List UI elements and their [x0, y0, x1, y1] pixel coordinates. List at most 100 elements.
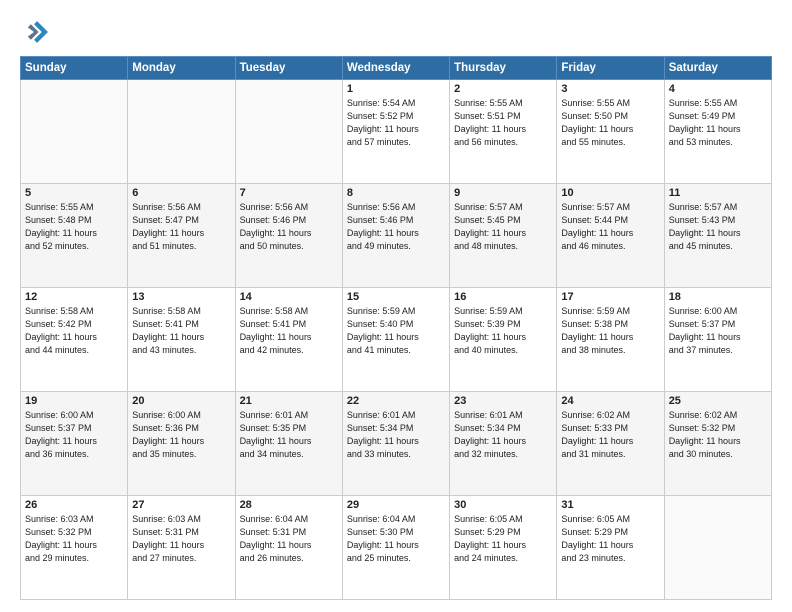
cell-info: Sunrise: 5:54 AM Sunset: 5:52 PM Dayligh… — [347, 97, 445, 149]
day-number: 16 — [454, 291, 552, 303]
cell-info: Sunrise: 5:55 AM Sunset: 5:48 PM Dayligh… — [25, 201, 123, 253]
cell-info: Sunrise: 6:00 AM Sunset: 5:37 PM Dayligh… — [25, 409, 123, 461]
cell-info: Sunrise: 5:58 AM Sunset: 5:41 PM Dayligh… — [132, 305, 230, 357]
weekday-header-friday: Friday — [557, 57, 664, 80]
cell-info: Sunrise: 6:04 AM Sunset: 5:31 PM Dayligh… — [240, 513, 338, 565]
calendar-cell: 23Sunrise: 6:01 AM Sunset: 5:34 PM Dayli… — [450, 392, 557, 496]
cell-info: Sunrise: 6:01 AM Sunset: 5:34 PM Dayligh… — [347, 409, 445, 461]
calendar-week-0: 1 Sunrise: 5:54 AM Sunset: 5:52 PM Daylig… — [21, 80, 772, 184]
calendar-cell: 12 Sunrise: 5:58 AM Sunset: 5:42 PM Dayli… — [21, 288, 128, 392]
day-number: 27 — [132, 499, 230, 511]
weekday-header-sunday: Sunday — [21, 57, 128, 80]
page: SundayMondayTuesdayWednesdayThursdayFrid… — [0, 0, 792, 612]
calendar-cell: 15 Sunrise: 5:59 AM Sunset: 5:40 PM Dayli… — [342, 288, 449, 392]
day-number: 7 — [240, 187, 338, 199]
day-number: 8 — [347, 187, 445, 199]
cell-info: Sunrise: 5:55 AM Sunset: 5:51 PM Dayligh… — [454, 97, 552, 149]
calendar-cell: 30 Sunrise: 6:05 AM Sunset: 5:29 PM Dayli… — [450, 496, 557, 600]
day-number: 23 — [454, 395, 552, 407]
logo-icon — [20, 18, 48, 46]
calendar-cell — [128, 80, 235, 184]
calendar-cell: 29Sunrise: 6:04 AM Sunset: 5:30 PM Dayli… — [342, 496, 449, 600]
day-number: 14 — [240, 291, 338, 303]
calendar-cell — [21, 80, 128, 184]
cell-info: Sunrise: 6:00 AM Sunset: 5:37 PM Dayligh… — [669, 305, 767, 357]
day-number: 4 — [669, 83, 767, 95]
calendar-cell: 1 Sunrise: 5:54 AM Sunset: 5:52 PM Daylig… — [342, 80, 449, 184]
calendar-cell: 4 Sunrise: 5:55 AM Sunset: 5:49 PM Daylig… — [664, 80, 771, 184]
calendar-cell: 11 Sunrise: 5:57 AM Sunset: 5:43 PM Dayli… — [664, 184, 771, 288]
calendar-cell: 3 Sunrise: 5:55 AM Sunset: 5:50 PM Daylig… — [557, 80, 664, 184]
day-number: 18 — [669, 291, 767, 303]
day-number: 31 — [561, 499, 659, 511]
day-number: 15 — [347, 291, 445, 303]
day-number: 5 — [25, 187, 123, 199]
weekday-header-saturday: Saturday — [664, 57, 771, 80]
cell-info: Sunrise: 6:05 AM Sunset: 5:29 PM Dayligh… — [454, 513, 552, 565]
day-number: 10 — [561, 187, 659, 199]
calendar-cell: 19 Sunrise: 6:00 AM Sunset: 5:37 PM Dayli… — [21, 392, 128, 496]
cell-info: Sunrise: 6:02 AM Sunset: 5:33 PM Dayligh… — [561, 409, 659, 461]
day-number: 26 — [25, 499, 123, 511]
calendar-cell: 13 Sunrise: 5:58 AM Sunset: 5:41 PM Dayli… — [128, 288, 235, 392]
cell-info: Sunrise: 5:57 AM Sunset: 5:45 PM Dayligh… — [454, 201, 552, 253]
calendar-cell: 5 Sunrise: 5:55 AM Sunset: 5:48 PM Daylig… — [21, 184, 128, 288]
day-number: 3 — [561, 83, 659, 95]
weekday-header-row: SundayMondayTuesdayWednesdayThursdayFrid… — [21, 57, 772, 80]
day-number: 6 — [132, 187, 230, 199]
day-number: 1 — [347, 83, 445, 95]
calendar-week-2: 12 Sunrise: 5:58 AM Sunset: 5:42 PM Dayli… — [21, 288, 772, 392]
day-number: 19 — [25, 395, 123, 407]
cell-info: Sunrise: 5:58 AM Sunset: 5:42 PM Dayligh… — [25, 305, 123, 357]
calendar-cell: 26 Sunrise: 6:03 AM Sunset: 5:32 PM Dayli… — [21, 496, 128, 600]
day-number: 30 — [454, 499, 552, 511]
cell-info: Sunrise: 6:03 AM Sunset: 5:32 PM Dayligh… — [25, 513, 123, 565]
weekday-header-monday: Monday — [128, 57, 235, 80]
day-number: 12 — [25, 291, 123, 303]
calendar-cell: 6 Sunrise: 5:56 AM Sunset: 5:47 PM Daylig… — [128, 184, 235, 288]
cell-info: Sunrise: 5:56 AM Sunset: 5:46 PM Dayligh… — [240, 201, 338, 253]
calendar-cell: 9 Sunrise: 5:57 AM Sunset: 5:45 PM Daylig… — [450, 184, 557, 288]
day-number: 2 — [454, 83, 552, 95]
calendar-cell: 17 Sunrise: 5:59 AM Sunset: 5:38 PM Dayli… — [557, 288, 664, 392]
day-number: 28 — [240, 499, 338, 511]
day-number: 13 — [132, 291, 230, 303]
logo — [20, 18, 52, 46]
calendar-cell: 14 Sunrise: 5:58 AM Sunset: 5:41 PM Dayli… — [235, 288, 342, 392]
calendar-cell: 20 Sunrise: 6:00 AM Sunset: 5:36 PM Dayli… — [128, 392, 235, 496]
day-number: 25 — [669, 395, 767, 407]
cell-info: Sunrise: 5:55 AM Sunset: 5:49 PM Dayligh… — [669, 97, 767, 149]
cell-info: Sunrise: 5:59 AM Sunset: 5:40 PM Dayligh… — [347, 305, 445, 357]
calendar-cell: 8 Sunrise: 5:56 AM Sunset: 5:46 PM Daylig… — [342, 184, 449, 288]
cell-info: Sunrise: 5:56 AM Sunset: 5:46 PM Dayligh… — [347, 201, 445, 253]
cell-info: Sunrise: 5:55 AM Sunset: 5:50 PM Dayligh… — [561, 97, 659, 149]
day-number: 11 — [669, 187, 767, 199]
header — [20, 18, 772, 46]
cell-info: Sunrise: 5:56 AM Sunset: 5:47 PM Dayligh… — [132, 201, 230, 253]
calendar-cell: 28 Sunrise: 6:04 AM Sunset: 5:31 PM Dayli… — [235, 496, 342, 600]
cell-info: Sunrise: 5:59 AM Sunset: 5:39 PM Dayligh… — [454, 305, 552, 357]
calendar-cell — [235, 80, 342, 184]
calendar-cell: 7 Sunrise: 5:56 AM Sunset: 5:46 PM Daylig… — [235, 184, 342, 288]
day-number: 17 — [561, 291, 659, 303]
cell-info: Sunrise: 5:57 AM Sunset: 5:43 PM Dayligh… — [669, 201, 767, 253]
day-number: 22 — [347, 395, 445, 407]
cell-info: Sunrise: 6:01 AM Sunset: 5:35 PM Dayligh… — [240, 409, 338, 461]
calendar-week-3: 19 Sunrise: 6:00 AM Sunset: 5:37 PM Dayli… — [21, 392, 772, 496]
calendar-cell: 27Sunrise: 6:03 AM Sunset: 5:31 PM Dayli… — [128, 496, 235, 600]
calendar-cell: 2 Sunrise: 5:55 AM Sunset: 5:51 PM Daylig… — [450, 80, 557, 184]
calendar-cell: 10 Sunrise: 5:57 AM Sunset: 5:44 PM Dayli… — [557, 184, 664, 288]
calendar-cell: 16 Sunrise: 5:59 AM Sunset: 5:39 PM Dayli… — [450, 288, 557, 392]
day-number: 24 — [561, 395, 659, 407]
day-number: 21 — [240, 395, 338, 407]
day-number: 29 — [347, 499, 445, 511]
calendar-cell — [664, 496, 771, 600]
day-number: 20 — [132, 395, 230, 407]
cell-info: Sunrise: 5:58 AM Sunset: 5:41 PM Dayligh… — [240, 305, 338, 357]
weekday-header-tuesday: Tuesday — [235, 57, 342, 80]
cell-info: Sunrise: 6:00 AM Sunset: 5:36 PM Dayligh… — [132, 409, 230, 461]
cell-info: Sunrise: 5:59 AM Sunset: 5:38 PM Dayligh… — [561, 305, 659, 357]
day-number: 9 — [454, 187, 552, 199]
calendar-cell: 31Sunrise: 6:05 AM Sunset: 5:29 PM Dayli… — [557, 496, 664, 600]
cell-info: Sunrise: 5:57 AM Sunset: 5:44 PM Dayligh… — [561, 201, 659, 253]
